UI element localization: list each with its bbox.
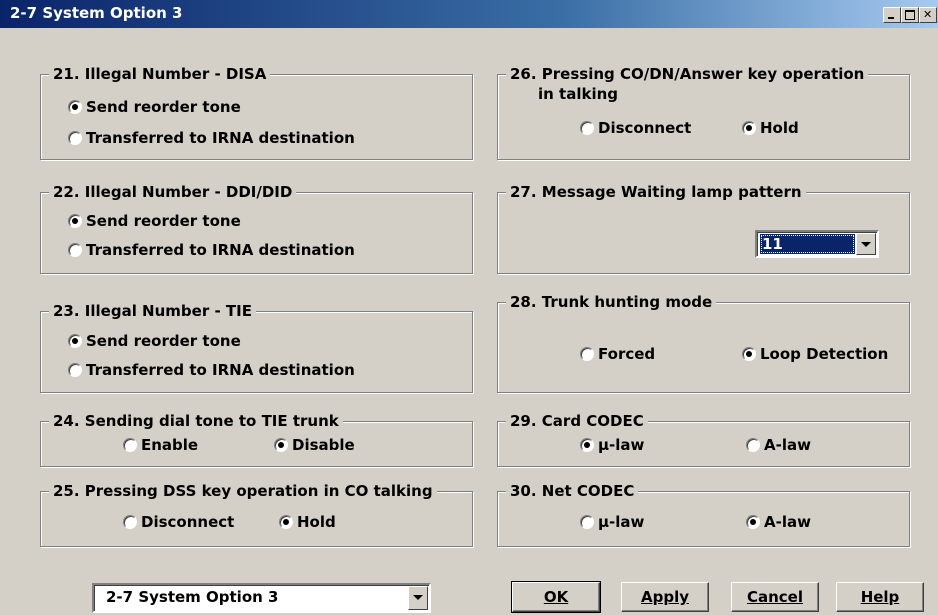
- radio-a-law[interactable]: A-law: [746, 512, 811, 532]
- radio-unselected-icon: [123, 515, 137, 529]
- radio-label: Send reorder tone: [86, 98, 241, 116]
- radio-selected-icon: [68, 214, 82, 228]
- group-title: 24. Sending dial tone to TIE trunk: [49, 411, 343, 431]
- group-trunk-hunting-mode: 28. Trunk hunting mode Forced Loop Detec…: [497, 292, 910, 393]
- radio-send-reorder-tone[interactable]: Send reorder tone: [68, 331, 241, 351]
- radio-selected-icon: [742, 347, 756, 361]
- radio-forced[interactable]: Forced: [580, 344, 655, 364]
- maximize-button[interactable]: [901, 7, 919, 23]
- minimize-icon: [888, 17, 894, 19]
- radio-label: Transferred to IRNA destination: [86, 361, 355, 379]
- radio-label: Transferred to IRNA destination: [86, 241, 355, 259]
- group-illegal-number-disa: 21. Illegal Number - DISA Send reorder t…: [40, 64, 473, 160]
- radio-selected-icon: [274, 438, 288, 452]
- radio-unselected-icon: [123, 438, 137, 452]
- close-icon: ✕: [923, 8, 933, 21]
- radio-selected-icon: [279, 515, 293, 529]
- group-dial-tone-tie-trunk: 24. Sending dial tone to TIE trunk Enabl…: [40, 411, 473, 467]
- page-select-value: 2-7 System Option 3: [106, 588, 279, 606]
- title-bar[interactable]: 2-7 System Option 3 ✕: [0, 0, 938, 28]
- radio-label: Disconnect: [141, 513, 235, 531]
- radio-enable[interactable]: Enable: [123, 435, 198, 455]
- group-title: 22. Illegal Number - DDI/DID: [49, 182, 297, 202]
- radio-label: Hold: [760, 119, 799, 137]
- radio-selected-icon: [68, 100, 82, 114]
- radio-label: A-law: [764, 513, 811, 531]
- help-button[interactable]: Help: [836, 582, 924, 612]
- group-title-line2: in talking: [538, 85, 619, 103]
- close-button[interactable]: ✕: [919, 7, 937, 23]
- radio-label: Transferred to IRNA destination: [86, 129, 355, 147]
- cancel-button[interactable]: Cancel: [731, 582, 819, 612]
- radio-send-reorder-tone[interactable]: Send reorder tone: [68, 211, 241, 231]
- radio-transferred-to-irna[interactable]: Transferred to IRNA destination: [68, 128, 355, 148]
- chevron-down-icon[interactable]: [408, 586, 428, 610]
- radio-transferred-to-irna[interactable]: Transferred to IRNA destination: [68, 360, 355, 380]
- maximize-icon: [905, 10, 915, 20]
- group-title: 26. Pressing CO/DN/Answer key operation: [506, 64, 869, 84]
- radio-label: Forced: [598, 345, 656, 363]
- group-title: 29. Card CODEC: [506, 411, 648, 431]
- lamp-pattern-value: 11: [760, 234, 855, 254]
- radio-label: A-law: [764, 436, 811, 454]
- radio-label: Send reorder tone: [86, 332, 241, 350]
- radio-unselected-icon: [68, 243, 82, 257]
- group-co-dn-answer-key-operation: 26. Pressing CO/DN/Answer key operation …: [497, 64, 910, 160]
- radio-label: μ-law: [598, 513, 645, 531]
- radio-mu-law[interactable]: μ-law: [580, 435, 644, 455]
- group-title: 28. Trunk hunting mode: [506, 292, 717, 312]
- radio-label: Disable: [292, 436, 355, 454]
- radio-unselected-icon: [746, 438, 760, 452]
- radio-selected-icon: [580, 438, 594, 452]
- group-dss-key-operation: 25. Pressing DSS key operation in CO tal…: [40, 481, 473, 547]
- radio-selected-icon: [68, 334, 82, 348]
- radio-selected-icon: [742, 121, 756, 135]
- lamp-pattern-select[interactable]: 11: [755, 230, 879, 258]
- group-illegal-number-ddi-did: 22. Illegal Number - DDI/DID Send reorde…: [40, 182, 473, 274]
- ok-button[interactable]: OK: [511, 581, 601, 613]
- radio-label: Disconnect: [598, 119, 692, 137]
- group-title: 23. Illegal Number - TIE: [49, 301, 256, 321]
- radio-mu-law[interactable]: μ-law: [580, 512, 644, 532]
- page-select[interactable]: 2-7 System Option 3: [92, 583, 431, 613]
- radio-label: Send reorder tone: [86, 212, 241, 230]
- radio-selected-icon: [746, 515, 760, 529]
- radio-transferred-to-irna[interactable]: Transferred to IRNA destination: [68, 240, 355, 260]
- radio-unselected-icon: [68, 363, 82, 377]
- radio-loop-detection[interactable]: Loop Detection: [742, 344, 888, 364]
- radio-unselected-icon: [580, 347, 594, 361]
- radio-unselected-icon: [580, 515, 594, 529]
- group-net-codec: 30. Net CODEC μ-law A-law: [497, 481, 910, 547]
- dialog-window: 2-7 System Option 3 ✕ 21. Illegal Number…: [0, 0, 938, 615]
- group-title: 30. Net CODEC: [506, 481, 639, 501]
- radio-disconnect[interactable]: Disconnect: [123, 512, 234, 532]
- group-title: 21. Illegal Number - DISA: [49, 64, 271, 84]
- group-card-codec: 29. Card CODEC μ-law A-law: [497, 411, 910, 467]
- chevron-down-icon[interactable]: [856, 233, 876, 255]
- apply-button[interactable]: Apply: [621, 582, 709, 612]
- radio-hold[interactable]: Hold: [279, 512, 336, 532]
- radio-hold[interactable]: Hold: [742, 118, 799, 138]
- group-message-waiting-lamp: 27. Message Waiting lamp pattern 11: [497, 182, 910, 274]
- radio-send-reorder-tone[interactable]: Send reorder tone: [68, 97, 241, 117]
- radio-label: Enable: [141, 436, 199, 454]
- group-illegal-number-tie: 23. Illegal Number - TIE Send reorder to…: [40, 301, 473, 393]
- radio-a-law[interactable]: A-law: [746, 435, 811, 455]
- radio-label: Loop Detection: [760, 345, 889, 363]
- radio-unselected-icon: [580, 121, 594, 135]
- radio-label: μ-law: [598, 436, 645, 454]
- radio-label: Hold: [297, 513, 336, 531]
- radio-unselected-icon: [68, 131, 82, 145]
- window-title: 2-7 System Option 3: [10, 4, 183, 22]
- radio-disable[interactable]: Disable: [274, 435, 355, 455]
- group-title: 25. Pressing DSS key operation in CO tal…: [49, 481, 437, 501]
- group-title: 27. Message Waiting lamp pattern: [506, 182, 806, 202]
- minimize-button[interactable]: [883, 7, 901, 23]
- radio-disconnect[interactable]: Disconnect: [580, 118, 691, 138]
